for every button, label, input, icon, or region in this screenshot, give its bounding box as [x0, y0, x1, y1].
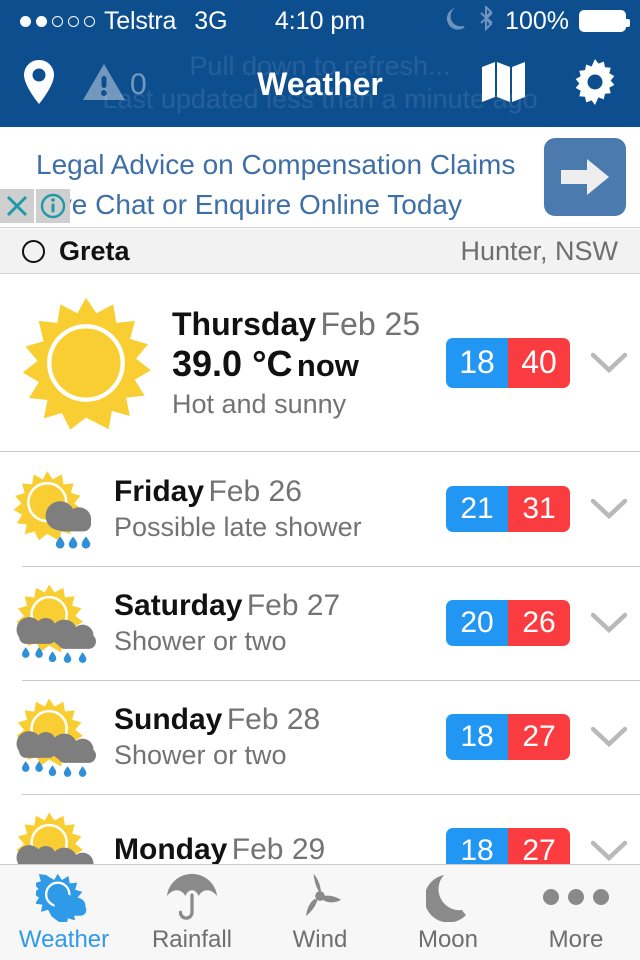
sun-cloud-rain-icon	[0, 466, 110, 552]
today-high-temp: 40	[508, 337, 570, 388]
umbrella-icon	[164, 872, 220, 922]
forecast-high-temp: 27	[508, 714, 570, 760]
forecast-row[interactable]: Sunday Feb 28 Shower or two 18 27	[0, 680, 640, 794]
close-icon	[6, 195, 28, 217]
chevron-down-icon	[591, 726, 627, 748]
forecast-low-temp: 18	[446, 714, 508, 760]
battery-percent: 100%	[505, 6, 569, 35]
today-low-temp: 18	[446, 337, 508, 388]
nav-bar-right	[480, 42, 618, 127]
forecast-info: Sunday Feb 28 Shower or two	[114, 703, 446, 771]
ad-line-1: Legal Advice on Compensation Claims	[36, 149, 516, 180]
tab-more[interactable]: More	[512, 865, 640, 960]
forecast-temp-badge: 20 26	[446, 600, 570, 646]
forecast-day: Sunday	[114, 703, 223, 736]
forecast-date-line: Sunday Feb 28	[114, 703, 446, 737]
tab-label: Moon	[417, 925, 479, 953]
map-icon[interactable]	[480, 61, 528, 108]
today-day: Thursday	[172, 305, 317, 342]
today-temp-line: 39.0 °C now	[172, 343, 446, 385]
today-description: Hot and sunny	[172, 388, 347, 419]
battery-icon	[579, 10, 630, 32]
chevron-down-icon	[591, 352, 627, 373]
tab-rainfall[interactable]: Rainfall	[128, 865, 256, 960]
sun-cloud-icon	[36, 872, 92, 922]
forecast-high-temp: 31	[508, 486, 570, 532]
location-bar[interactable]: Greta Hunter, NSW	[0, 229, 640, 274]
ad-line-2: Live Chat or Enquire Online Today	[36, 189, 462, 220]
status-bar: Telstra 3G 4:10 pm 100%	[0, 0, 640, 42]
tab-label: Rainfall	[151, 925, 233, 953]
info-icon	[40, 193, 66, 219]
forecast-temp-badge: 21 31	[446, 486, 570, 532]
forecast-description: Shower or two	[114, 626, 287, 656]
advertisement-banner[interactable]: Legal Advice on Compensation Claims Live…	[0, 127, 640, 228]
forecast-date: Feb 26	[208, 475, 302, 508]
today-date: Feb 25	[320, 305, 421, 342]
forecast-expand-button[interactable]	[578, 612, 640, 634]
chevron-down-icon	[591, 612, 627, 634]
chevron-down-icon	[591, 498, 627, 520]
forecast-list: Thursday Feb 25 39.0 °C now Hot and sunn…	[0, 274, 640, 881]
sun-two-clouds-rain-icon	[0, 577, 110, 669]
gear-icon[interactable]	[572, 59, 618, 110]
forecast-high-temp: 26	[508, 600, 570, 646]
chevron-down-icon	[591, 840, 627, 862]
forecast-expand-button[interactable]	[578, 840, 640, 862]
forecast-day: Monday	[114, 832, 228, 866]
forecast-day: Saturday	[114, 589, 243, 622]
tab-label: Wind	[292, 925, 348, 953]
today-expand-button[interactable]	[578, 352, 640, 374]
windmill-icon	[294, 872, 346, 922]
arrow-right-icon	[561, 159, 609, 195]
today-temp-badge: 18 40	[446, 337, 570, 388]
sun-icon	[0, 295, 172, 431]
forecast-low-temp: 20	[446, 600, 508, 646]
location-name: Greta	[59, 235, 130, 266]
forecast-row[interactable]: Saturday Feb 27 Shower or two 20 26	[0, 566, 640, 680]
today-temperature: 39.0 °C	[172, 342, 293, 384]
tab-weather[interactable]: Weather	[0, 865, 128, 960]
tab-moon[interactable]: Moon	[384, 865, 512, 960]
forecast-date-line: Monday Feb 29	[114, 833, 446, 867]
nav-bar: Pull down to refresh... Last updated les…	[0, 42, 640, 127]
ad-cta-button[interactable]	[544, 138, 626, 216]
ad-text: Legal Advice on Compensation Claims Live…	[36, 145, 516, 225]
location-region: Hunter, NSW	[460, 235, 618, 266]
forecast-day: Friday	[114, 475, 205, 508]
forecast-info: Saturday Feb 27 Shower or two	[114, 589, 446, 657]
ellipsis-icon	[543, 872, 609, 922]
forecast-row[interactable]: Friday Feb 26 Possible late shower 21 31	[0, 452, 640, 566]
ad-close-button[interactable]	[0, 189, 34, 223]
forecast-date-line: Friday Feb 26	[114, 475, 446, 509]
bluetooth-icon	[478, 4, 495, 37]
moon-icon	[426, 872, 470, 922]
tab-label: Weather	[18, 925, 110, 953]
forecast-temp-badge: 18 27	[446, 714, 570, 760]
forecast-low-temp: 21	[446, 486, 508, 532]
tab-label: More	[548, 925, 604, 953]
status-bar-right: 100%	[446, 4, 630, 37]
forecast-description: Possible late shower	[114, 512, 362, 542]
today-now-label: now	[296, 347, 359, 383]
today-info: Thursday Feb 25 39.0 °C now Hot and sunn…	[172, 306, 446, 420]
weather-app: Telstra 3G 4:10 pm 100% Pull down to ref…	[0, 0, 640, 960]
forecast-date-line: Saturday Feb 27	[114, 589, 446, 623]
forecast-date: Feb 29	[231, 832, 326, 866]
forecast-row-today[interactable]: Thursday Feb 25 39.0 °C now Hot and sunn…	[0, 274, 640, 452]
forecast-expand-button[interactable]	[578, 726, 640, 748]
moon-icon	[446, 6, 468, 37]
location-circle-icon	[22, 239, 45, 263]
ad-controls	[0, 189, 70, 223]
sun-two-clouds-rain-icon	[0, 691, 110, 783]
today-date-line: Thursday Feb 25	[172, 306, 446, 343]
tab-bar: Weather Rainfall Wind Moon More	[0, 864, 640, 960]
ad-info-button[interactable]	[36, 189, 70, 223]
forecast-info: Friday Feb 26 Possible late shower	[114, 475, 446, 543]
forecast-description: Shower or two	[114, 740, 287, 770]
forecast-date: Feb 27	[246, 589, 341, 622]
tab-wind[interactable]: Wind	[256, 865, 384, 960]
forecast-date: Feb 28	[226, 703, 321, 736]
forecast-expand-button[interactable]	[578, 498, 640, 520]
